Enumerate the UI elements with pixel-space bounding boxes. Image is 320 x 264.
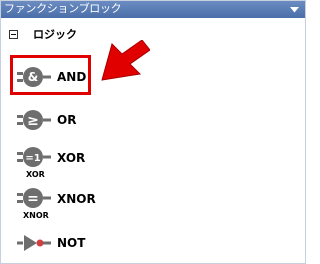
block-item-label: XNOR [57, 192, 96, 206]
panel-titlebar: ファンクションブロック [1, 1, 305, 18]
xnor-gate-glyph: = [27, 191, 39, 207]
minus-box-icon[interactable] [9, 29, 18, 39]
group-label: ロジック [33, 28, 77, 41]
function-block-panel: ファンクションブロック ロジック & AND ≥ OR =1 XOR XOR =… [0, 0, 306, 264]
and-highlight-box [10, 55, 91, 95]
or-gate-glyph: ≥ [27, 113, 39, 129]
block-item-label: OR [57, 113, 77, 127]
block-item-label: NOT [57, 236, 86, 250]
not-gate-icon [17, 235, 51, 251]
block-item-sublabel: XOR [26, 170, 45, 179]
block-item-label: XOR [57, 151, 86, 165]
or-gate-icon: ≥ [17, 110, 51, 130]
triangle-down-icon[interactable] [287, 1, 301, 18]
xor-gate-glyph: =1 [25, 153, 40, 164]
block-item-sublabel: XNOR [23, 211, 49, 220]
red-arrow-icon [101, 40, 150, 81]
panel-title: ファンクションブロック [4, 2, 122, 15]
group-header-logic[interactable]: ロジック [9, 26, 77, 42]
